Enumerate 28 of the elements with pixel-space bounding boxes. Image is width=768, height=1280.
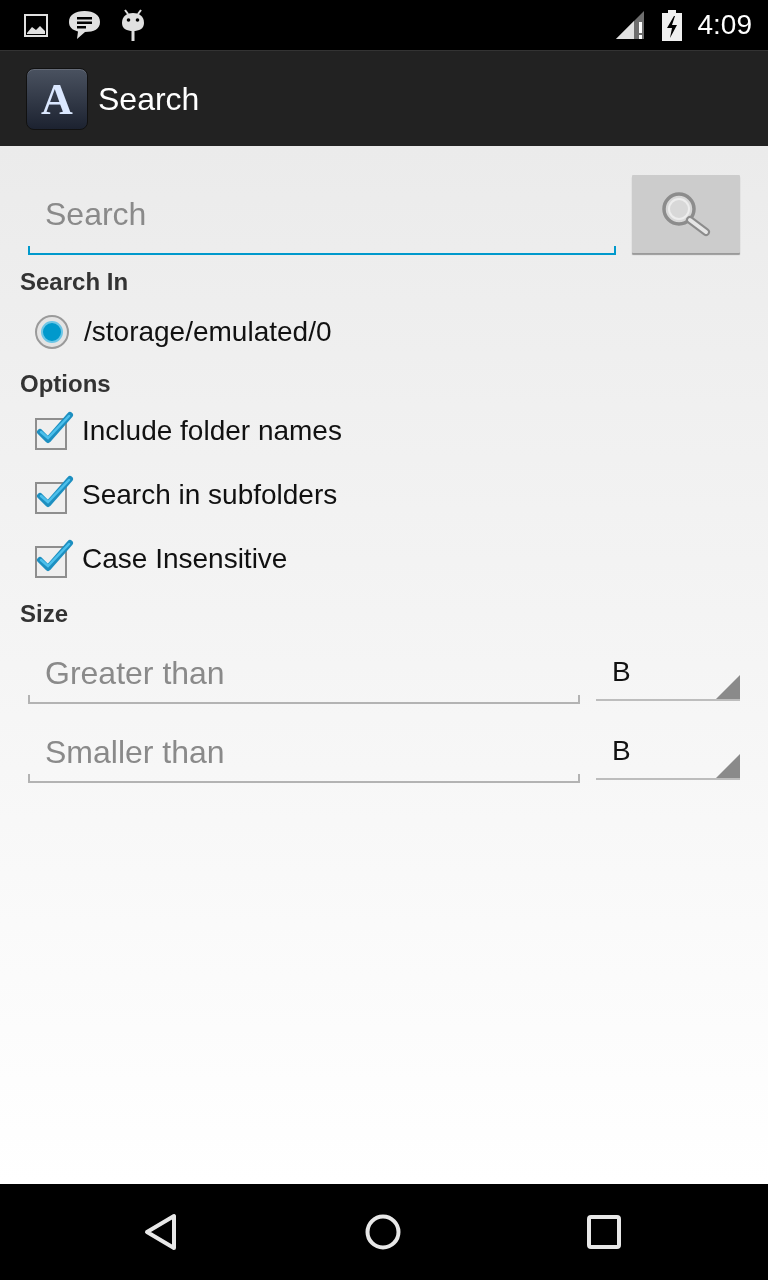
status-time: 4:09 <box>697 11 752 39</box>
section-heading: Search In <box>20 267 129 297</box>
recent-apps-icon[interactable] <box>587 1215 621 1249</box>
image-icon <box>24 13 48 37</box>
option-label: Include folder names <box>82 414 342 448</box>
location-label: /storage/emulated/0 <box>84 315 332 349</box>
section-heading: Size <box>20 599 69 629</box>
search-button[interactable] <box>632 175 740 253</box>
battery-charging-icon <box>661 9 682 41</box>
checkbox[interactable] <box>34 411 74 451</box>
dropdown-corner-icon <box>716 754 740 778</box>
home-icon[interactable] <box>365 1214 401 1250</box>
signal-icon <box>615 11 646 39</box>
section-heading: Options <box>20 369 111 399</box>
checkbox[interactable] <box>34 539 74 579</box>
unit-dropdown[interactable]: B <box>596 724 740 780</box>
dropdown-corner-icon <box>716 675 740 699</box>
robot-icon <box>121 9 145 41</box>
unit-dropdown[interactable]: B <box>596 645 740 701</box>
radio-button[interactable] <box>34 314 70 350</box>
back-icon[interactable] <box>143 1213 179 1251</box>
screen-title: Search <box>98 79 200 119</box>
option-label: Search in subfolders <box>82 478 338 512</box>
option-label: Case Insensitive <box>82 542 288 576</box>
search-icon <box>660 191 712 237</box>
app-logo[interactable]: A <box>26 67 88 130</box>
chat-bubble-icon <box>68 10 101 40</box>
checkbox[interactable] <box>34 475 74 515</box>
